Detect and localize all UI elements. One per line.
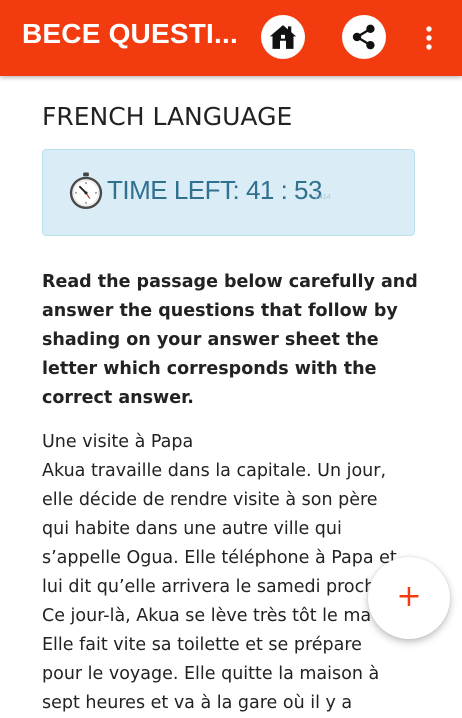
passage-line: Akua travaille dans la capitale. Un jour…: [42, 461, 387, 481]
passage-title: Une visite à Papa: [42, 432, 194, 452]
share-button[interactable]: [342, 15, 386, 59]
more-options-button[interactable]: [414, 18, 444, 58]
app-title: BECE QUESTI...: [22, 18, 238, 49]
home-button[interactable]: [261, 15, 305, 59]
clock-icon: [69, 172, 103, 210]
passage-line: qui habite dans une autre ville qui: [42, 519, 342, 539]
timer-panel: TIME LEFT: 41 : 53 2414: [42, 149, 415, 236]
share-icon: [352, 24, 375, 50]
passage-line: elle décide de rendre visite à son père: [42, 490, 378, 510]
timer-sub-text: 2414: [315, 194, 331, 201]
passage-line: pour le voyage. Elle quitte la maison à: [42, 664, 380, 684]
instructions-text: Read the passage below carefully and ans…: [42, 272, 418, 408]
plus-icon: +: [396, 579, 422, 614]
passage-line: sept heures et va à la gare où il y a: [42, 693, 353, 713]
time-left-text: TIME LEFT: 41 : 53: [107, 175, 322, 205]
subject-title: FRENCH LANGUAGE: [42, 102, 293, 131]
home-icon: [269, 25, 297, 49]
add-fab-button[interactable]: +: [368, 557, 450, 639]
more-vertical-icon: [426, 26, 432, 50]
passage-line: Elle fait vite sa toilette et se prépare: [42, 635, 362, 655]
app-bar: BECE QUESTI...: [0, 0, 462, 76]
